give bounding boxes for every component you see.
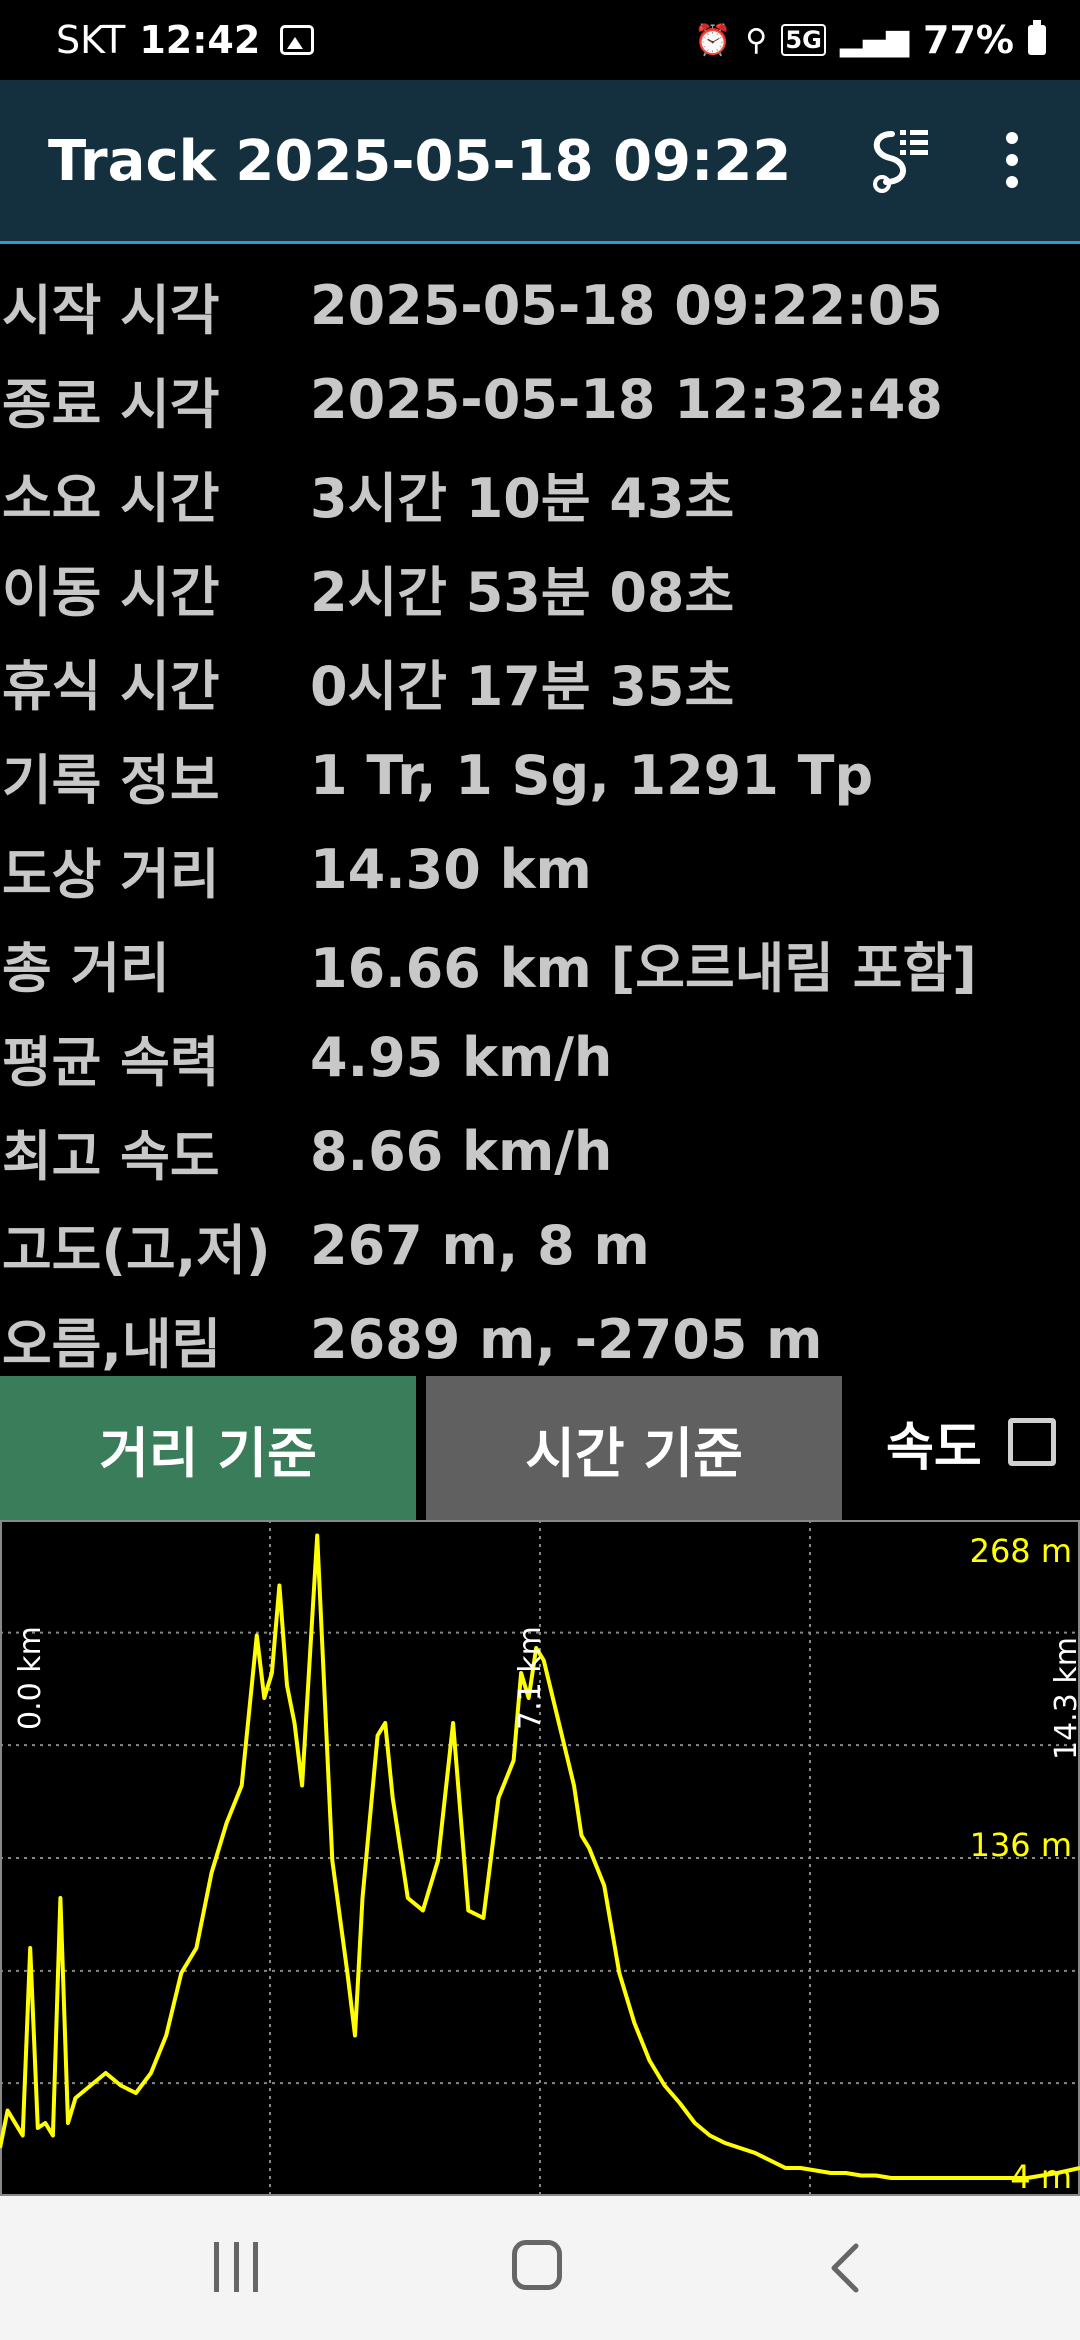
network-type: 5G [781, 24, 826, 56]
stat-row-duration: 소요 시간 3시간 10분 43초 [0, 446, 1080, 540]
app-bar: Track 2025-05-18 09:22 [0, 80, 1080, 244]
y-label-max: 268 m [970, 1532, 1072, 1570]
speed-checkbox[interactable] [1008, 1418, 1056, 1466]
gallery-icon [280, 25, 315, 55]
status-bar: SKT 12:42 ⏰ ⚲ 5G ▂▄▆ 77% [0, 0, 1080, 80]
status-clock: 12:42 [139, 18, 261, 62]
stat-row-record-info: 기록 정보 1 Tr, 1 Sg, 1291 Tp [0, 728, 1080, 822]
stat-row-max-speed: 최고 속도 8.66 km/h [0, 1104, 1080, 1198]
signal-icon: ▂▄▆ [839, 22, 910, 58]
battery-icon [1028, 20, 1046, 55]
stat-row-moving-time: 이동 시간 2시간 53분 08초 [0, 540, 1080, 634]
stat-row-map-distance: 도상 거리 14.30 km [0, 822, 1080, 916]
stat-value: 4.95 km/h [310, 1025, 613, 1089]
stat-label: 시작 시각 [2, 278, 220, 342]
stat-row-ascent-descent: 오름,내림 2689 m, -2705 m [0, 1292, 1080, 1386]
track-title: Track 2025-05-18 09:22 [48, 129, 792, 194]
track-stats-list: 시작 시각 2025-05-18 09:22:05 종료 시각 2025-05-… [0, 258, 1080, 1386]
speed-label: 속도 [886, 1418, 982, 1478]
home-icon[interactable] [512, 2240, 562, 2290]
stat-value: 267 m, 8 m [310, 1213, 650, 1277]
elevation-chart[interactable]: 0.0 km 7.1 km 14.3 km 268 m 136 m 4 m [0, 1520, 1080, 2196]
alarm-icon: ⏰ [694, 22, 732, 58]
elevation-chart-svg: 0.0 km 7.1 km 14.3 km 268 m 136 m 4 m [0, 1520, 1080, 2196]
stat-label: 총 거리 [2, 936, 170, 1000]
navigation-bar [0, 2196, 1080, 2340]
stat-value: 8.66 km/h [310, 1119, 613, 1183]
stat-label: 고도(고,저) [2, 1218, 271, 1282]
stat-value: 3시간 10분 43초 [310, 466, 735, 530]
more-options-icon[interactable] [990, 120, 1034, 200]
x-label-start: 0.0 km [13, 1626, 48, 1730]
status-left: SKT 12:42 [56, 0, 315, 80]
stat-row-avg-speed: 평균 속력 4.95 km/h [0, 1010, 1080, 1104]
stat-value: 2025-05-18 12:32:48 [310, 367, 943, 431]
stat-label: 종료 시각 [2, 372, 220, 436]
stat-value: 1 Tr, 1 Sg, 1291 Tp [310, 743, 874, 807]
stat-label: 도상 거리 [2, 842, 220, 906]
x-label-mid: 7.1 km [513, 1626, 548, 1730]
stat-value: 2689 m, -2705 m [310, 1307, 823, 1371]
stat-label: 기록 정보 [2, 748, 220, 812]
stat-value: 2시간 53분 08초 [310, 560, 735, 624]
back-icon[interactable] [826, 2240, 866, 2296]
stat-value: 14.30 km [310, 837, 592, 901]
x-label-end: 14.3 km [1049, 1637, 1080, 1760]
chart-grid [0, 1520, 1080, 2196]
stat-label: 최고 속도 [2, 1124, 220, 1188]
stat-row-altitude: 고도(고,저) 267 m, 8 m [0, 1198, 1080, 1292]
stat-row-end-time: 종료 시각 2025-05-18 12:32:48 [0, 352, 1080, 446]
location-icon: ⚲ [745, 22, 768, 58]
y-label-min: 4 m [1010, 2158, 1072, 2196]
carrier-name: SKT [56, 18, 126, 62]
distance-basis-button[interactable]: 거리 기준 [0, 1376, 416, 1520]
status-right: ⏰ ⚲ 5G ▂▄▆ 77% [694, 0, 1046, 80]
stat-label: 이동 시간 [2, 560, 220, 624]
stat-row-total-distance: 총 거리 16.66 km [오르내림 포함] [0, 916, 1080, 1010]
stat-row-start-time: 시작 시각 2025-05-18 09:22:05 [0, 258, 1080, 352]
stat-label: 평균 속력 [2, 1030, 220, 1094]
y-label-mid: 136 m [970, 1826, 1072, 1864]
stat-label: 오름,내림 [2, 1312, 222, 1376]
stat-value: 2025-05-18 09:22:05 [310, 273, 943, 337]
stat-value: 16.66 km [오르내림 포함] [310, 936, 977, 1000]
stat-label: 휴식 시간 [2, 654, 220, 718]
chart-mode-buttons: 거리 기준 시간 기준 속도 [0, 1376, 1080, 1520]
route-icon[interactable] [852, 120, 932, 200]
stat-value: 0시간 17분 35초 [310, 654, 735, 718]
stat-label: 소요 시간 [2, 466, 220, 530]
stat-row-rest-time: 휴식 시간 0시간 17분 35초 [0, 634, 1080, 728]
recents-icon[interactable] [214, 2242, 258, 2292]
time-basis-button[interactable]: 시간 기준 [426, 1376, 842, 1520]
battery-percent: 77% [923, 18, 1014, 62]
